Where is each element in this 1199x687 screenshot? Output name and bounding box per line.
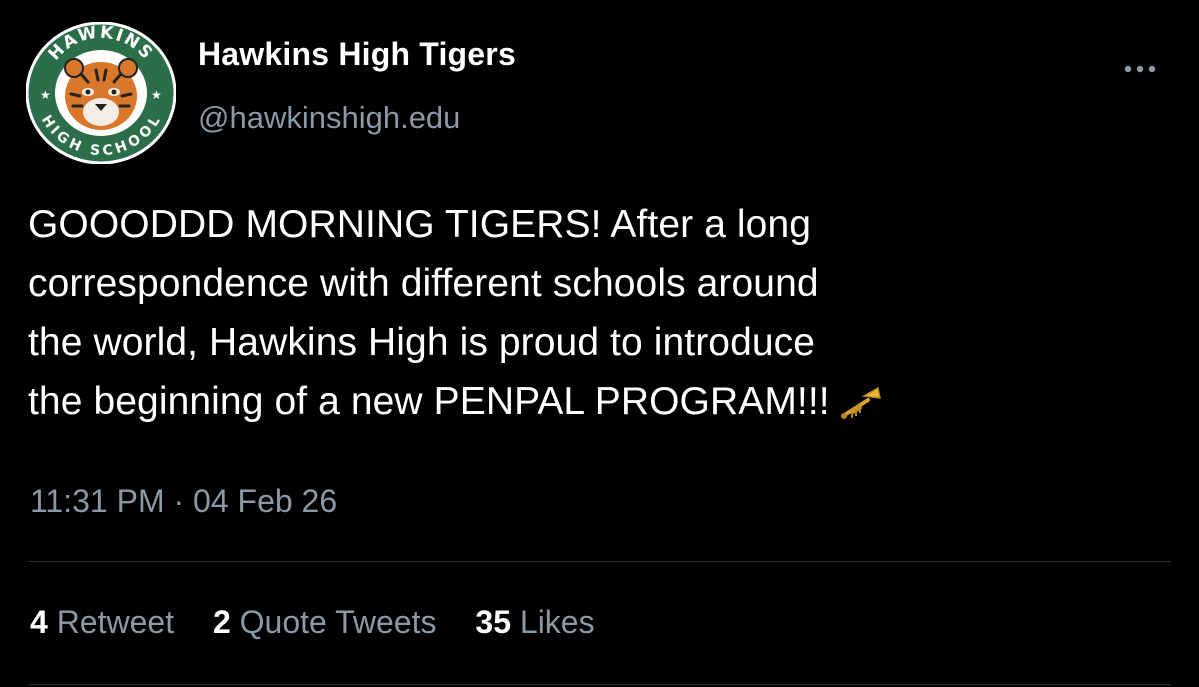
ellipsis-icon — [1124, 65, 1156, 73]
tweet-timestamp[interactable]: 11:31 PM · 04 Feb 26 — [30, 483, 337, 520]
tweet-text-line: correspondence with different schools ar… — [28, 262, 819, 305]
school-crest-tiger-icon: HAWKINS HIGH SCHOOL ★ ★ — [26, 22, 176, 164]
tweet-text-line: the world, Hawkins High is proud to intr… — [28, 321, 816, 364]
star-icon: ★ — [151, 88, 162, 102]
likes-count: 35 — [475, 604, 511, 640]
timestamp-separator: · — [173, 483, 185, 519]
quote-tweets-label: Quote Tweets — [239, 604, 437, 640]
tweet-detail: HAWKINS HIGH SCHOOL ★ ★ Hawkins High Tig… — [0, 0, 1199, 687]
avatar[interactable]: HAWKINS HIGH SCHOOL ★ ★ — [26, 22, 176, 164]
tweet-text: GOOODDD MORNING TIGERS! After a long cor… — [28, 195, 1168, 439]
star-icon: ★ — [40, 88, 51, 102]
quote-tweets-stat[interactable]: 2 Quote Tweets — [213, 604, 437, 640]
retweets-stat[interactable]: 4 Retweet — [30, 604, 174, 640]
retweets-count: 4 — [30, 604, 48, 640]
more-options-button[interactable] — [1118, 54, 1162, 84]
trumpet-icon — [840, 380, 882, 439]
tweet-text-line-last: the beginning of a new PENPAL PROGRAM!!! — [28, 372, 1168, 439]
divider — [28, 561, 1171, 562]
divider — [28, 684, 1171, 685]
author-name[interactable]: Hawkins High Tigers — [198, 36, 516, 73]
tweet-text-line: GOOODDD MORNING TIGERS! After a long — [28, 203, 812, 246]
tweet-time: 11:31 PM — [30, 483, 165, 519]
retweets-label: Retweet — [56, 604, 175, 640]
quote-tweets-count: 2 — [212, 604, 231, 640]
tweet-date: 04 Feb 26 — [193, 483, 338, 519]
likes-stat[interactable]: 35 Likes — [475, 604, 594, 640]
author-handle[interactable]: @hawkinshigh.edu — [198, 100, 460, 136]
likes-label: Likes — [519, 604, 595, 640]
tweet-stats: 4 Retweet 2 Quote Tweets 35 Likes — [30, 604, 625, 641]
tweet-text-line: the beginning of a new PENPAL PROGRAM!!! — [28, 380, 830, 423]
